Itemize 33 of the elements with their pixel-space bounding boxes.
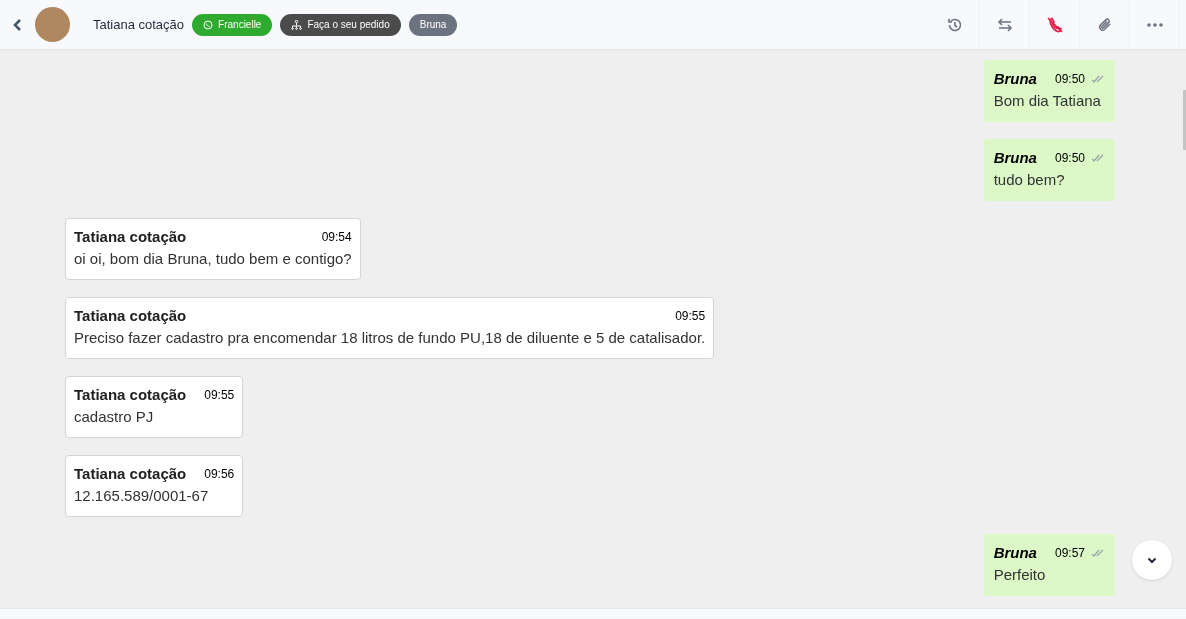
message-text: cadastro PJ <box>74 407 155 427</box>
message-text: oi oi, bom dia Bruna, tudo bem e contigo? <box>74 249 352 269</box>
message-time: 09:50 <box>1054 71 1085 88</box>
message-text: 12.165.589/0001-67 <box>74 486 210 506</box>
message-time: 09:57 <box>1054 545 1085 562</box>
chat-bubble-icon <box>203 19 214 30</box>
message-text: Bom dia Tatiana <box>993 91 1102 111</box>
message-time: 09:50 <box>1054 150 1085 167</box>
sender-name: Bruna <box>993 148 1037 168</box>
scrollbar[interactable] <box>1183 90 1186 150</box>
message-text: Perfeito <box>993 565 1047 585</box>
double-check-icon <box>1091 154 1105 162</box>
message-time: 09:54 <box>321 229 352 246</box>
double-check-icon <box>1091 549 1105 557</box>
contact-name: Tatiana cotação <box>93 15 185 34</box>
message-text: tudo bem? <box>993 170 1066 190</box>
message-time: 09:56 <box>204 466 235 483</box>
message-time: 09:55 <box>204 387 235 404</box>
tag: Bruna <box>408 13 458 36</box>
message-time: 09:55 <box>675 308 706 325</box>
tag-label: Francielle <box>218 18 262 32</box>
sender-name: Tatiana cotação <box>74 227 187 247</box>
double-check-icon <box>1091 75 1105 83</box>
sender-name: Tatiana cotação <box>74 464 187 484</box>
chevron-down-icon <box>1147 556 1157 564</box>
message-text: Preciso fazer cadastro pra encomendar 18 litros de fundo PU,18 de diluente e 5 de catalisador. <box>74 328 706 348</box>
sender-name: Bruna <box>993 543 1037 563</box>
sender-name: Tatiana cotação <box>74 306 187 326</box>
sender-name: Tatiana cotação <box>74 385 187 405</box>
sender-name: Bruna <box>993 69 1037 89</box>
flow-icon <box>291 19 303 30</box>
tag-label: Faça o seu pedido <box>307 18 390 32</box>
avatar <box>35 7 70 42</box>
